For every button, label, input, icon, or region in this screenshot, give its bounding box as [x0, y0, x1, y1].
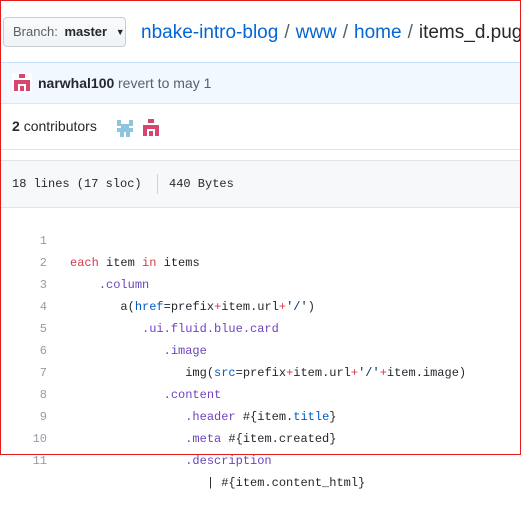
file-navigation: Branch: master ▼ nbake-intro-blog / www / ho… — [0, 0, 521, 62]
branch-label: Branch: — [13, 24, 58, 39]
code-text: | #{item.content_html} — [206, 476, 366, 490]
code-text: .description — [185, 454, 272, 468]
code-line: 2 .column — [0, 230, 521, 292]
branch-name: master — [64, 24, 108, 39]
code-line: 5 .image — [0, 296, 521, 358]
code-line: 6 img(src=prefix+item.url+'/'+item.image… — [0, 318, 521, 380]
contributors-label: contributors — [23, 118, 97, 134]
breadcrumb-www-link[interactable]: www — [296, 22, 337, 43]
author-avatar-icon[interactable] — [12, 73, 32, 93]
code-line: 11 | #{item.content_html} — [0, 428, 521, 490]
file-info-header: 18 lines (17 sloc) 440 Bytes — [0, 160, 521, 208]
code-line: 9 .meta #{item.created} — [0, 384, 521, 446]
code-line: 8 .header #{item.title} — [0, 362, 521, 424]
branch-selector-button[interactable]: Branch: master ▼ — [3, 17, 126, 47]
breadcrumb: nbake-intro-blog / www / home / items_d.pug — [141, 20, 521, 46]
file-size: 440 Bytes — [169, 177, 234, 191]
header-divider — [157, 174, 158, 194]
code-line: 1 each item in items — [0, 208, 521, 270]
breadcrumb-separator: / — [342, 22, 349, 43]
file-line-count: 18 lines (17 sloc) — [12, 177, 142, 191]
code-view: 1 each item in items 2 .column 3 a(href=… — [0, 208, 521, 490]
breadcrumb-separator: / — [407, 22, 413, 43]
spacer — [0, 150, 521, 160]
latest-commit-bar: narwhal100 revert to may 1 — [0, 62, 521, 104]
code-line: 10 .description — [0, 406, 521, 468]
code-line: 4 .ui.fluid.blue.card — [0, 274, 521, 336]
contributors-count: 2 — [12, 118, 20, 134]
commit-message-link[interactable]: revert to may 1 — [118, 75, 211, 91]
breadcrumb-home-link[interactable]: home — [354, 22, 402, 43]
breadcrumb-repo-link[interactable]: nbake-intro-blog — [141, 22, 278, 43]
contributors-link[interactable]: 2 contributors — [12, 118, 97, 134]
contributor-avatar-icon[interactable] — [115, 118, 135, 138]
contributors-bar: 2 contributors — [0, 104, 521, 150]
line-number[interactable]: 11 — [0, 450, 47, 472]
code-line: 3 a(href=prefix+item.url+'/') — [0, 252, 521, 314]
code-line: 7 .content — [0, 340, 521, 402]
breadcrumb-separator: / — [284, 22, 290, 43]
commit-author-link[interactable]: narwhal100 — [38, 75, 114, 91]
breadcrumb-current-file: items_d.pug — [418, 22, 521, 43]
contributor-avatar-icon[interactable] — [141, 118, 161, 138]
caret-down-icon: ▼ — [115, 27, 125, 37]
